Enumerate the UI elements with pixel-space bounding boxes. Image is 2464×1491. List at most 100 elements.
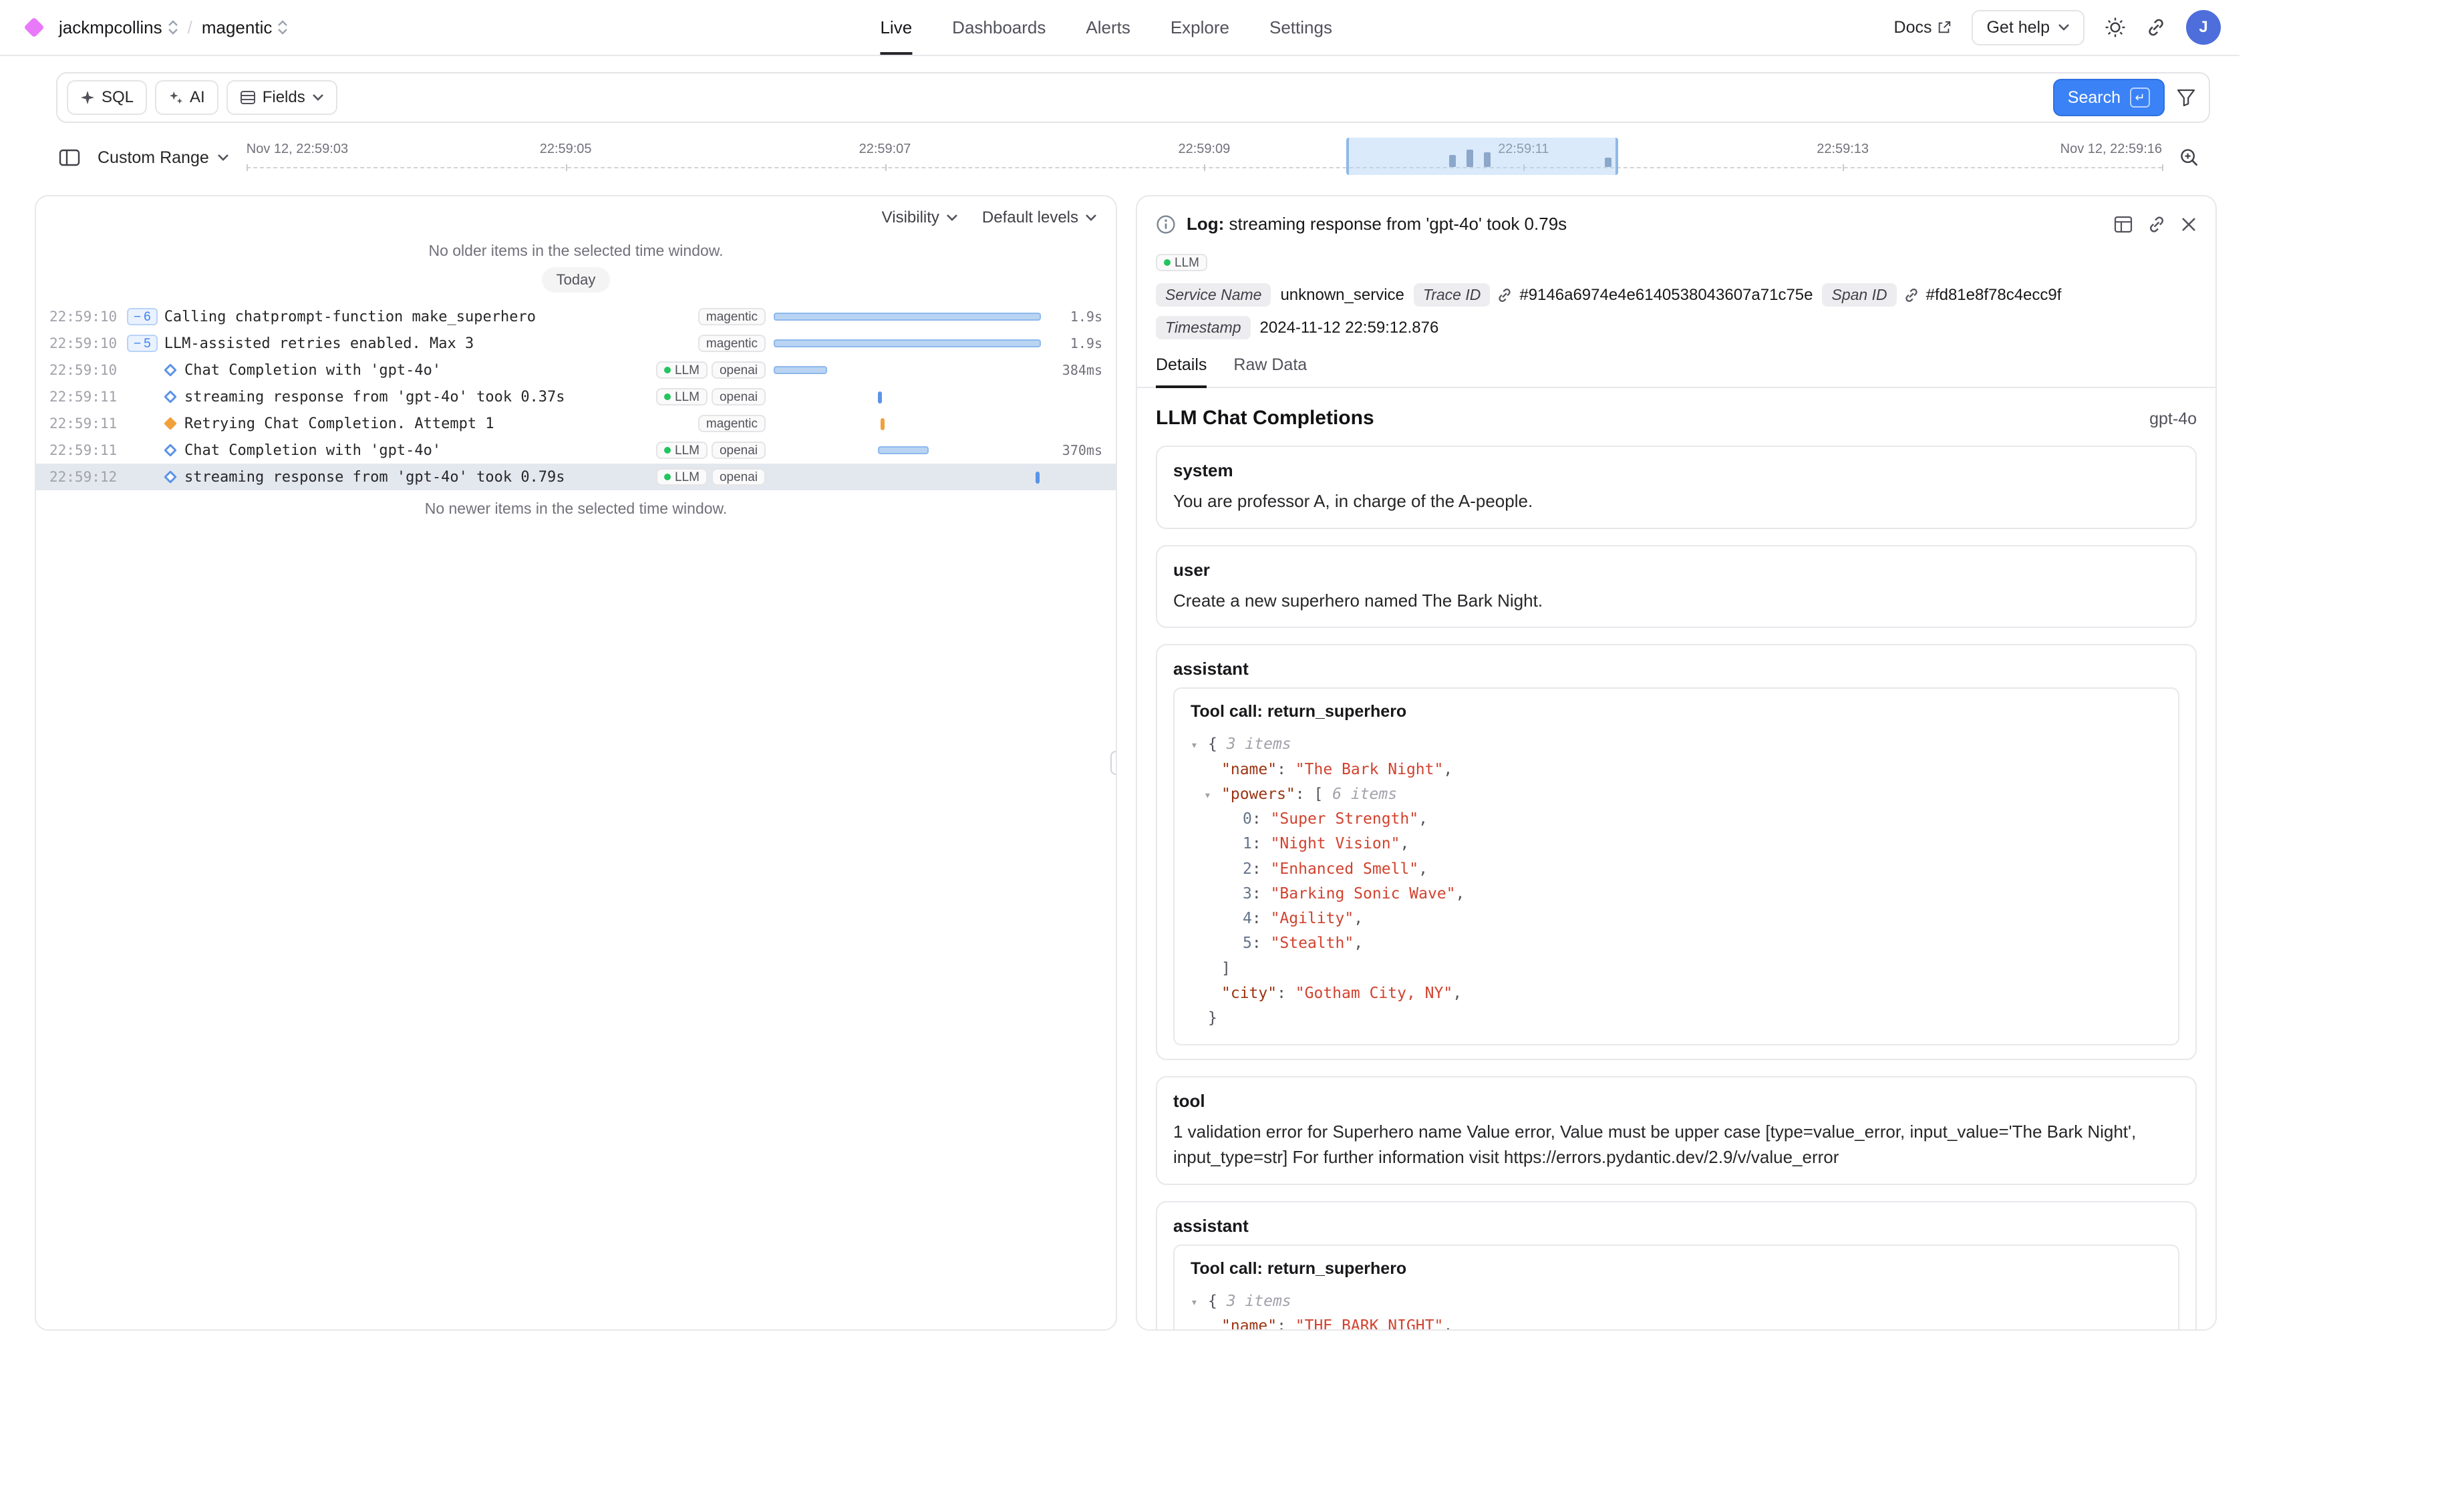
time-range-dropdown[interactable]: Custom Range (98, 148, 229, 168)
badge-label: magentic (706, 311, 758, 323)
zoom-button[interactable] (2179, 148, 2199, 168)
tab-live[interactable]: Live (880, 0, 912, 55)
close-button[interactable] (2181, 215, 2197, 234)
log-timestamp: 22:59:10 (49, 335, 122, 351)
collapse-toggle[interactable]: −6 (127, 308, 158, 325)
timeline-tick-label: 22:59:13 (1817, 142, 1869, 157)
top-nav: jackmpcollins / magentic LiveDashboardsA… (0, 0, 2240, 56)
share-link-button[interactable] (2146, 17, 2166, 37)
span-bar-zone (774, 334, 1041, 353)
json-token-str: "Stealth" (1271, 935, 1354, 952)
tab-dashboards[interactable]: Dashboards (952, 0, 1046, 55)
json-token-str: "Enhanced Smell" (1271, 860, 1419, 878)
badge-llm: LLM (656, 361, 708, 379)
green-dot-icon (664, 447, 671, 454)
copy-link-button[interactable] (2147, 215, 2166, 234)
log-badges: magentic (698, 308, 774, 325)
search-button[interactable]: Search ↵ (2053, 79, 2165, 116)
filter-button[interactable] (2177, 89, 2195, 106)
span-bar-zone (774, 441, 1041, 460)
trace-id-value[interactable]: #9146a6974e4e6140538043607a71c75e (1519, 286, 1813, 305)
link-icon[interactable] (1903, 287, 1919, 303)
json-line: 2: "Enhanced Smell", (1191, 857, 2162, 882)
minus-icon: − (134, 311, 141, 323)
log-badges: LLMopenai (656, 388, 774, 405)
json-line: } (1191, 1006, 2162, 1031)
tab-details[interactable]: Details (1156, 355, 1207, 388)
log-row[interactable]: 22:59:10Chat Completion with 'gpt-4o'LLM… (36, 357, 1116, 383)
default-levels-dropdown[interactable]: Default levels (982, 208, 1097, 227)
json-token-idx: 1 (1243, 835, 1252, 852)
log-row[interactable]: 22:59:12streaming response from 'gpt-4o'… (36, 464, 1116, 490)
tab-explore[interactable]: Explore (1171, 0, 1229, 55)
detail-header-actions (2114, 215, 2197, 234)
json-token-str: "Gotham City, NY" (1295, 985, 1452, 1002)
chevron-down-icon[interactable]: ▾ (1204, 786, 1221, 805)
funnel-icon (2177, 89, 2195, 106)
log-message: Retrying Chat Completion. Attempt 1 (184, 416, 494, 432)
json-token-punc: : (1252, 910, 1271, 927)
span-id-value[interactable]: #fd81e8f78c4ecc9f (1926, 286, 2062, 305)
tab-settings[interactable]: Settings (1269, 0, 1332, 55)
timeline-tick-label: Nov 12, 22:59:16 (2060, 142, 2162, 157)
theme-toggle-button[interactable] (2105, 17, 2126, 38)
chevron-down-icon[interactable]: ▾ (1191, 1293, 1208, 1312)
json-token-key: "name" (1221, 761, 1277, 778)
log-message: Chat Completion with 'gpt-4o' (184, 442, 441, 459)
docs-link[interactable]: Docs (1894, 18, 1952, 37)
json-token-str: "Barking Sonic Wave" (1271, 885, 1456, 902)
json-token-punc: : (1277, 761, 1295, 778)
log-row[interactable]: 22:59:10−5LLM-assisted retries enabled. … (36, 330, 1116, 357)
link-icon (2146, 17, 2166, 37)
log-row-main: Retrying Chat Completion. Attempt 1magen… (127, 415, 774, 432)
query-input[interactable] (345, 73, 2045, 122)
span-bar (881, 418, 885, 430)
badge-label: openai (720, 364, 758, 377)
sql-button[interactable]: SQL (67, 80, 147, 115)
today-divider: Today (36, 265, 1116, 293)
timeline-track[interactable]: Nov 12, 22:59:0322:59:0522:59:0722:59:09… (247, 138, 2162, 178)
panel-resize-handle[interactable]: ⋮ (1110, 751, 1117, 775)
get-help-button[interactable]: Get help (1972, 10, 2085, 45)
log-row[interactable]: 22:59:11Retrying Chat Completion. Attemp… (36, 410, 1116, 437)
avatar[interactable]: J (2186, 10, 2221, 45)
org-switcher[interactable]: jackmpcollins (59, 17, 178, 38)
log-row[interactable]: 22:59:11streaming response from 'gpt-4o'… (36, 383, 1116, 410)
message-role: tool (1173, 1091, 2179, 1112)
selector-icon (277, 19, 288, 35)
json-token-punc: , (1443, 761, 1452, 778)
chevron-down-icon[interactable]: ▾ (1191, 735, 1208, 755)
tool-call-card: Tool call: return_superhero▾{ 3 items"na… (1173, 687, 2179, 1045)
ai-button[interactable]: AI (155, 80, 218, 115)
visibility-dropdown[interactable]: Visibility (882, 208, 958, 227)
span-id-group: Span ID #fd81e8f78c4ecc9f (1822, 283, 2061, 307)
llm-badge-row: LLM (1137, 242, 2215, 274)
message-role: system (1173, 460, 2179, 481)
json-token-punc: , (1452, 985, 1462, 1002)
docs-label: Docs (1894, 18, 1932, 37)
json-token-punc: : [ (1295, 786, 1332, 803)
json-token-punc: , (1456, 885, 1465, 902)
json-token-punc: , (1354, 935, 1363, 952)
log-row[interactable]: 22:59:10−6Calling chatprompt-function ma… (36, 303, 1116, 330)
fields-button[interactable]: Fields (226, 80, 337, 115)
span-diamond-icon (164, 363, 177, 377)
timeline-selection[interactable] (1346, 138, 1618, 175)
log-message: streaming response from 'gpt-4o' took 0.… (184, 389, 565, 405)
tab-alerts[interactable]: Alerts (1086, 0, 1130, 55)
log-row[interactable]: 22:59:11Chat Completion with 'gpt-4o'LLM… (36, 437, 1116, 464)
project-switcher[interactable]: magentic (202, 17, 289, 38)
collapse-toggle[interactable]: −5 (127, 335, 158, 352)
tab-raw-data[interactable]: Raw Data (1233, 355, 1307, 388)
default-levels-label: Default levels (982, 208, 1078, 227)
open-in-table-button[interactable] (2114, 215, 2133, 234)
timeline-tick-label: Nov 12, 22:59:03 (247, 142, 348, 157)
link-icon[interactable] (1497, 287, 1513, 303)
collapse-panel-icon (59, 148, 80, 167)
project-name: magentic (202, 17, 273, 38)
log-badges: LLMopenai (656, 468, 774, 486)
chevron-down-icon (217, 154, 229, 162)
span-bar (878, 446, 929, 454)
collapse-panel-button[interactable] (59, 148, 80, 167)
timeline-tick-mark (2162, 164, 2163, 171)
